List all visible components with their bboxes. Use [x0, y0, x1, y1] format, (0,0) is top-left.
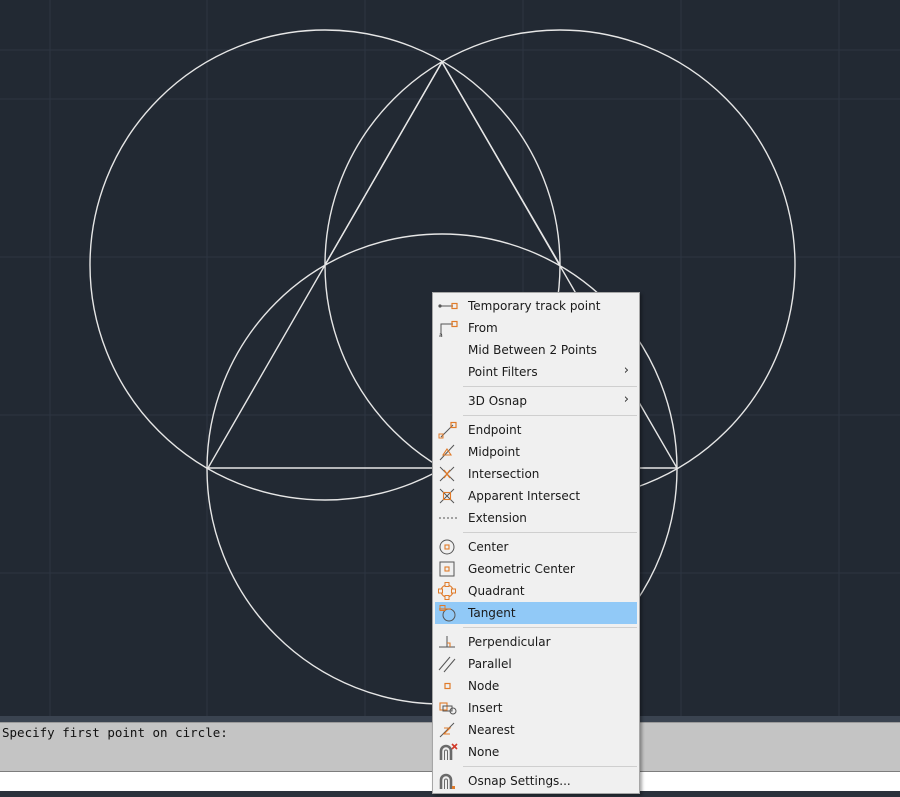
tangent-icon: [439, 605, 456, 622]
menu-item-from[interactable]: a From: [435, 317, 637, 339]
center-icon: [439, 539, 455, 555]
menu-item-point-filters[interactable]: Point Filters ›: [435, 361, 637, 383]
perpendicular-icon: [439, 636, 455, 648]
apparent-intersect-icon: [439, 488, 455, 504]
menu-separator: [463, 766, 637, 767]
quadrant-icon: [438, 582, 456, 600]
menu-item-none[interactable]: None: [435, 741, 637, 763]
menu-item-endpoint[interactable]: Endpoint: [435, 419, 637, 441]
node-icon: [444, 682, 451, 690]
menu-item-apparent-intersect[interactable]: Apparent Intersect: [435, 485, 637, 507]
menu-item-temporary-track-point[interactable]: Temporary track point: [435, 295, 637, 317]
submenu-chevron-icon: ›: [623, 392, 629, 407]
menu-separator: [463, 627, 637, 628]
osnap-context-menu: Temporary track point a From Mid Between…: [432, 292, 640, 794]
menu-item-center[interactable]: Center: [435, 536, 637, 558]
temporary-track-point-icon: [438, 302, 458, 310]
nearest-icon: [439, 722, 455, 738]
parallel-icon: [438, 656, 456, 673]
midpoint-icon: [439, 444, 455, 461]
menu-item-parallel[interactable]: Parallel: [435, 653, 637, 675]
geometric-center-icon: [439, 561, 455, 577]
menu-item-midpoint[interactable]: Midpoint: [435, 441, 637, 463]
svg-text:a: a: [439, 332, 443, 337]
menu-item-geometric-center[interactable]: Geometric Center: [435, 558, 637, 580]
from-icon: a: [439, 320, 458, 337]
menu-item-extension[interactable]: Extension: [435, 507, 637, 529]
endpoint-icon: [438, 421, 457, 439]
menu-separator: [463, 386, 637, 387]
menu-item-node[interactable]: Node: [435, 675, 637, 697]
menu-separator: [463, 415, 637, 416]
menu-item-3d-osnap[interactable]: 3D Osnap ›: [435, 390, 637, 412]
command-prompt-text: Specify first point on circle:: [2, 725, 228, 740]
menu-item-tangent[interactable]: Tangent: [435, 602, 637, 624]
menu-item-mid-between-2-points[interactable]: Mid Between 2 Points: [435, 339, 637, 361]
intersection-icon: [439, 466, 455, 482]
menu-item-insert[interactable]: Insert: [435, 697, 637, 719]
insert-icon: [439, 702, 457, 715]
none-icon: [439, 743, 458, 760]
menu-item-nearest[interactable]: Nearest: [435, 719, 637, 741]
menu-item-perpendicular[interactable]: Perpendicular: [435, 631, 637, 653]
extension-icon: [439, 517, 457, 519]
osnap-settings-icon: [439, 773, 455, 789]
menu-item-intersection[interactable]: Intersection: [435, 463, 637, 485]
menu-item-quadrant[interactable]: Quadrant: [435, 580, 637, 602]
menu-item-osnap-settings[interactable]: Osnap Settings...: [435, 770, 637, 792]
menu-separator: [463, 532, 637, 533]
submenu-chevron-icon: ›: [623, 363, 629, 378]
